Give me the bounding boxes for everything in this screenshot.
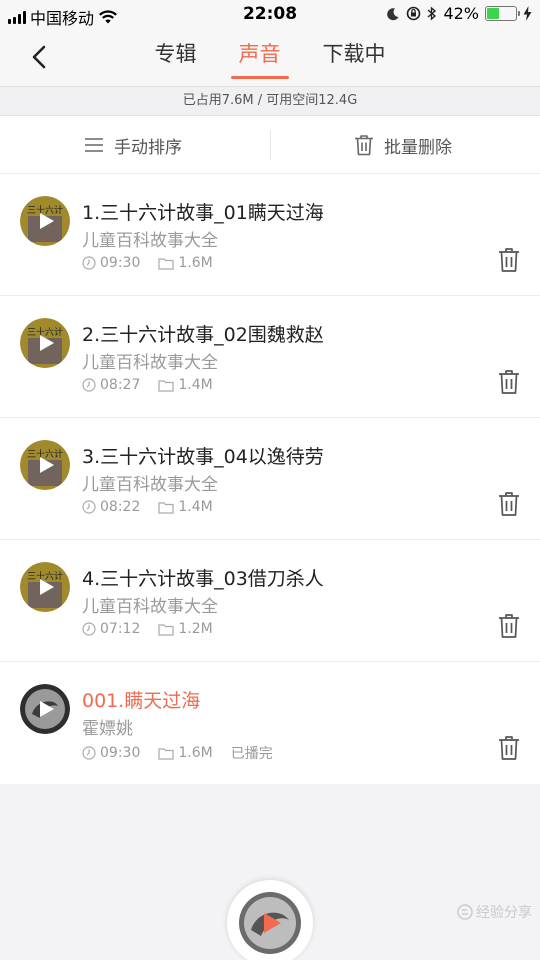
svg-text:三十六计: 三十六计 [27, 326, 63, 338]
svg-text:三十六计: 三十六计 [27, 204, 63, 216]
play-status: 已播完 [230, 746, 273, 762]
track-title: 001.瞒天过海 [82, 690, 201, 712]
duration: 07:12 [100, 621, 141, 637]
clock-icon [82, 500, 96, 514]
watermark: 经验分享 [457, 902, 532, 922]
trash-icon [355, 135, 373, 156]
bluetooth-icon [427, 6, 437, 21]
manual-sort-label: 手动排序 [114, 137, 182, 158]
track-title: 4.三十六计故事_03借刀杀人 [82, 568, 324, 590]
svg-text:三十六计: 三十六计 [27, 570, 63, 582]
list-item[interactable]: 三十六计 1.三十六计故事_01瞒天过海 儿童百科故事大全 09:30 1.6M [0, 174, 540, 296]
delete-icon[interactable] [498, 735, 520, 761]
watermark-text: 经验分享 [476, 905, 532, 921]
cover-thumbnail[interactable]: 三十六计 [20, 318, 70, 368]
folder-icon [158, 747, 174, 760]
charging-icon [523, 6, 532, 21]
track-title: 1.三十六计故事_01瞒天过海 [82, 202, 324, 224]
file-size: 1.6M [178, 255, 213, 271]
file-size: 1.6M [178, 745, 213, 761]
cover-thumbnail[interactable]: 三十六计 [20, 440, 70, 490]
play-icon[interactable]: 三十六计 [20, 440, 70, 490]
storage-info: 已占用7.6M / 可用空间12.4G [0, 86, 540, 116]
play-icon[interactable]: 三十六计 [20, 318, 70, 368]
file-size: 1.2M [178, 621, 213, 637]
clock-icon [82, 378, 96, 392]
mini-player-button[interactable] [227, 880, 313, 960]
duration: 08:27 [100, 377, 141, 393]
list-item[interactable]: 001.瞒天过海 霍嫖姚 09:30 1.6M 已播完 [0, 662, 540, 784]
list-item[interactable]: 三十六计 2.三十六计故事_02围魏救赵 儿童百科故事大全 08:27 1.4M [0, 296, 540, 418]
clock-icon [82, 746, 96, 760]
file-size: 1.4M [178, 377, 213, 393]
action-divider [270, 130, 271, 160]
duration: 09:30 [100, 745, 141, 761]
folder-icon [158, 501, 174, 514]
play-icon[interactable] [20, 684, 70, 734]
folder-icon [158, 257, 174, 270]
duration: 08:22 [100, 499, 141, 515]
duration: 09:30 [100, 255, 141, 271]
batch-delete-button[interactable]: 批量删除 [354, 116, 452, 174]
delete-icon[interactable] [498, 491, 520, 517]
battery-percent: 42% [443, 4, 479, 23]
delete-icon[interactable] [498, 369, 520, 395]
cover-thumbnail[interactable] [20, 684, 70, 734]
album-name: 儿童百科故事大全 [82, 231, 218, 251]
watermark-logo-icon [457, 904, 473, 920]
album-name: 儿童百科故事大全 [82, 475, 218, 495]
player-disc-icon[interactable] [227, 880, 313, 960]
file-size: 1.4M [178, 499, 213, 515]
clock-icon [82, 256, 96, 270]
tab-sound[interactable]: 声音 [230, 38, 289, 81]
download-list: 三十六计 1.三十六计故事_01瞒天过海 儿童百科故事大全 09:30 1.6M [0, 174, 540, 784]
status-right: 42% [386, 4, 532, 23]
play-icon[interactable]: 三十六计 [20, 196, 70, 246]
album-name: 儿童百科故事大全 [82, 353, 218, 373]
list-item[interactable]: 三十六计 3.三十六计故事_04以逸待劳 儿童百科故事大全 08:22 1.4M [0, 418, 540, 540]
nav-bar: 专辑 声音 下载中 [0, 30, 540, 86]
battery-fill [487, 8, 499, 19]
batch-delete-label: 批量删除 [384, 137, 452, 158]
track-meta: 08:22 1.4M [82, 499, 231, 515]
album-name: 霍嫖姚 [82, 719, 133, 739]
track-meta: 08:27 1.4M [82, 377, 231, 393]
tab-album[interactable]: 专辑 [151, 38, 201, 81]
status-bar: 中国移动 22:08 42% [0, 0, 540, 30]
rotation-lock-icon [407, 6, 421, 21]
action-bar: 手动排序 批量删除 [0, 116, 540, 174]
track-meta: 07:12 1.2M [82, 621, 231, 637]
list-icon [85, 138, 103, 152]
moon-icon [387, 7, 399, 20]
album-name: 儿童百科故事大全 [82, 597, 218, 617]
svg-text:三十六计: 三十六计 [27, 448, 63, 460]
tab-downloading[interactable]: 下载中 [319, 38, 390, 81]
track-title: 3.三十六计故事_04以逸待劳 [82, 446, 324, 468]
clock-icon [82, 622, 96, 636]
track-meta: 09:30 1.6M [82, 255, 231, 271]
delete-icon[interactable] [498, 247, 520, 273]
track-title: 2.三十六计故事_02围魏救赵 [82, 324, 324, 346]
manual-sort-button[interactable]: 手动排序 [84, 116, 182, 174]
tab-bar: 专辑 声音 下载中 [0, 38, 540, 81]
play-icon[interactable]: 三十六计 [20, 562, 70, 612]
battery-icon [485, 6, 520, 21]
cover-thumbnail[interactable]: 三十六计 [20, 562, 70, 612]
folder-icon [158, 379, 174, 392]
list-item[interactable]: 三十六计 4.三十六计故事_03借刀杀人 儿童百科故事大全 07:12 1.2M [0, 540, 540, 662]
cover-thumbnail[interactable]: 三十六计 [20, 196, 70, 246]
track-meta: 09:30 1.6M 已播完 [82, 743, 291, 763]
delete-icon[interactable] [498, 613, 520, 639]
folder-icon [158, 623, 174, 636]
